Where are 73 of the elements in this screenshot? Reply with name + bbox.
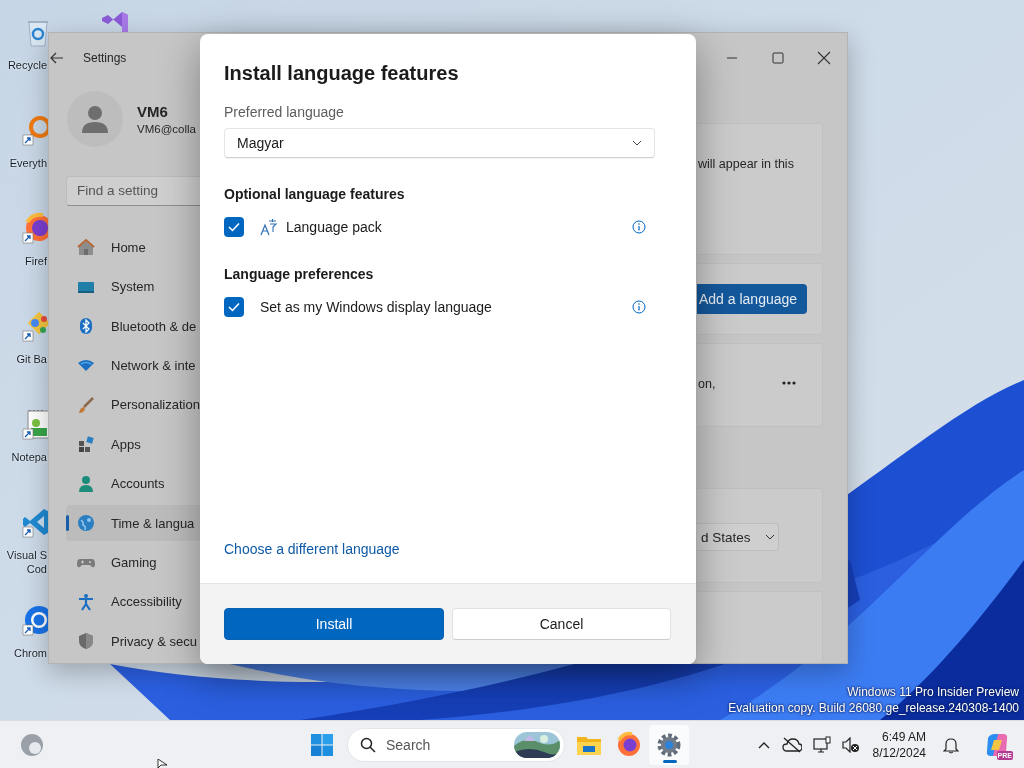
code-editor-icon[interactable] (22, 506, 48, 538)
icon-label: Visual S Cod (5, 548, 47, 576)
nav-item[interactable]: Accessibility (66, 584, 201, 620)
field-label: Preferred language (224, 104, 345, 120)
checkmark-icon (228, 302, 240, 312)
nav-item[interactable]: Time & langua (66, 505, 201, 541)
watermark-text: Evaluation copy. Build 26080.ge_release.240308-1400 (728, 700, 1019, 716)
checkmark-icon (228, 222, 240, 232)
install-button[interactable]: Install (224, 608, 444, 640)
copilot-icon[interactable] (984, 731, 1010, 758)
checkbox[interactable] (224, 297, 244, 317)
icon-label: Everyth (8, 156, 47, 170)
icon-label: Recycle (6, 58, 47, 72)
section-heading: Language preferences (224, 265, 375, 283)
home-icon (77, 238, 95, 257)
chevron-down-icon (632, 140, 642, 146)
option-label: Language pack (286, 219, 382, 235)
accounts-icon (77, 474, 95, 493)
language-icon (260, 218, 278, 236)
card-text: will appear in this (698, 157, 794, 171)
card-text: on, (698, 377, 716, 391)
info-icon[interactable] (632, 220, 646, 234)
taskbar-button[interactable] (649, 724, 689, 765)
time-icon (77, 514, 95, 533)
dialog-title: Install language features (224, 61, 460, 86)
watermark-text: Windows 11 Pro Insider Preview (846, 684, 1019, 700)
checkbox[interactable] (224, 217, 244, 237)
cloud-off-icon[interactable] (781, 736, 802, 753)
nav-item[interactable]: Accounts (66, 465, 201, 502)
language-dropdown[interactable]: Magyar (224, 128, 655, 158)
privacy-icon (77, 632, 95, 651)
search-field[interactable]: Find a setting (66, 176, 201, 206)
user-name: VM6 (137, 103, 169, 120)
start-icon[interactable] (310, 732, 334, 757)
icon-label: Firef (24, 254, 47, 268)
accessibility-icon (77, 592, 95, 611)
search-field[interactable]: Search (347, 727, 565, 762)
bluetooth-icon (77, 317, 95, 336)
choose-language-link[interactable]: Choose a different language (224, 541, 400, 557)
nav-item[interactable]: System (66, 268, 201, 305)
magnifier-icon[interactable] (22, 114, 48, 146)
icon-label: Chrom (13, 646, 47, 660)
option-label: Set as my Windows display language (260, 299, 492, 315)
bell-icon[interactable] (943, 735, 959, 754)
git-icon[interactable] (22, 310, 48, 342)
icon-label: Git Ba (15, 352, 47, 366)
nav-item[interactable]: Apps (66, 426, 201, 462)
cancel-button[interactable]: Cancel (452, 608, 671, 640)
section-heading: Optional language features (224, 185, 406, 203)
nav-item[interactable]: Personalization (66, 387, 201, 423)
region-dropdown[interactable]: d States (697, 523, 779, 551)
search-icon (360, 736, 376, 753)
personalization-icon (77, 395, 95, 414)
more-icon[interactable] (781, 380, 797, 386)
close-icon[interactable] (816, 50, 832, 66)
nav-item[interactable]: Home (66, 229, 201, 265)
add-language-button[interactable]: Add a language (697, 284, 807, 314)
firefox-icon (615, 730, 643, 759)
network-icon[interactable] (812, 735, 831, 754)
back-arrow-icon[interactable] (49, 50, 65, 66)
window-title: Settings (83, 51, 127, 65)
icon-label: Notepa (10, 450, 47, 464)
cursor-icon (157, 759, 169, 768)
nav-item[interactable]: Privacy & secu (66, 623, 201, 659)
nav-item[interactable]: Network & inte (66, 347, 201, 384)
chevron-down-icon (764, 534, 775, 540)
apps-icon (77, 435, 95, 454)
user-email: VM6@colla (137, 123, 196, 135)
volume-muted-icon[interactable] (841, 736, 860, 753)
nav-item[interactable]: Gaming (66, 544, 201, 581)
info-icon[interactable] (632, 300, 646, 314)
nav-item[interactable]: Bluetooth & de (66, 308, 201, 344)
clock[interactable]: 6:49 AM 8/12/2024 (872, 728, 926, 761)
